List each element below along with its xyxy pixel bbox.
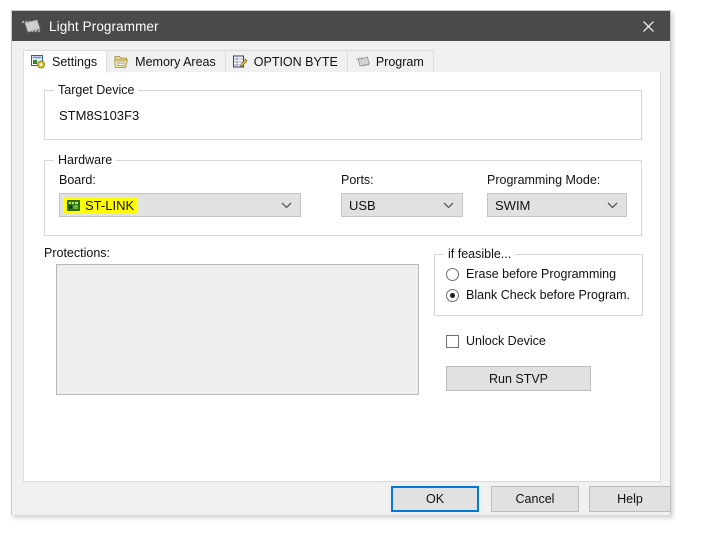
close-icon[interactable] <box>626 11 670 41</box>
unlock-device-checkbox[interactable]: Unlock Device <box>446 334 546 348</box>
tab-program[interactable]: Program <box>346 50 434 73</box>
board-label: Board: <box>59 173 96 187</box>
ports-chevron-glyph <box>443 202 454 208</box>
cancel-button[interactable]: Cancel <box>491 486 579 512</box>
settings-panel: Target Device STM8S103F3 Hardware Board: <box>23 72 661 482</box>
radio-erase-mark <box>446 267 459 281</box>
run-stvp-button[interactable]: Run STVP <box>446 366 591 391</box>
dialog-client-area: Settings Memory Areas OPTION BYTE Progra… <box>12 41 671 515</box>
radio-blank-check-label: Blank Check before Program. <box>466 288 630 302</box>
programming-mode-combo[interactable]: SWIM <box>487 193 627 217</box>
help-button[interactable]: Help <box>589 486 671 512</box>
programming-mode-chevron-glyph <box>607 202 618 208</box>
programming-mode-chevron-down-icon[interactable] <box>607 194 618 216</box>
protections-listbox[interactable] <box>56 264 419 395</box>
unlock-device-check-mark <box>446 334 459 348</box>
program-chip-icon <box>355 56 370 67</box>
ok-button-label: OK <box>425 492 445 506</box>
ok-button[interactable]: OK <box>391 486 479 512</box>
tabstrip: Settings Memory Areas OPTION BYTE Progra… <box>23 50 661 74</box>
window-title: Light Programmer <box>49 18 159 34</box>
hardware-group: Hardware Board: ST-LINK Ports: USB Progr… <box>44 153 642 236</box>
board-combo-value-wrap: ST-LINK <box>63 197 139 213</box>
tab-memory-areas-label: Memory Areas <box>135 54 216 69</box>
unlock-device-label: Unlock Device <box>466 334 546 348</box>
programming-mode-combo-value: SWIM <box>495 197 531 213</box>
if-feasible-group-title: if feasible... <box>444 247 516 261</box>
board-combo-value: ST-LINK <box>85 197 135 213</box>
ports-combo-value: USB <box>349 197 376 213</box>
ports-combo[interactable]: USB <box>341 193 463 217</box>
board-chevron-down-icon[interactable] <box>281 194 292 216</box>
protections-label: Protections: <box>44 246 111 260</box>
chip-icon <box>21 19 41 33</box>
ports-label: Ports: <box>341 173 374 187</box>
titlebar: Light Programmer <box>12 11 670 41</box>
cancel-button-label: Cancel <box>515 492 555 506</box>
board-chevron-glyph <box>281 202 292 208</box>
hardware-group-title: Hardware <box>54 153 117 167</box>
help-button-label: Help <box>617 492 643 506</box>
radio-blank-check-before-program[interactable]: Blank Check before Program. <box>446 288 630 302</box>
tab-option-byte-label: OPTION BYTE <box>253 54 338 69</box>
light-programmer-dialog: Light Programmer Settings Memory Areas O… <box>11 10 671 515</box>
board-combo[interactable]: ST-LINK <box>59 193 301 217</box>
ports-chevron-down-icon[interactable] <box>443 194 454 216</box>
board-chip-icon <box>67 199 80 211</box>
target-device-group: Target Device STM8S103F3 <box>44 83 642 140</box>
tab-option-byte[interactable]: OPTION BYTE <box>224 50 348 73</box>
option-byte-icon <box>232 55 248 68</box>
memory-areas-icon <box>114 56 129 68</box>
radio-blank-check-mark <box>446 288 459 302</box>
radio-erase-before-programming[interactable]: Erase before Programming <box>446 267 616 281</box>
tab-memory-areas[interactable]: Memory Areas <box>106 50 226 73</box>
settings-gear-icon <box>31 55 45 69</box>
if-feasible-group: if feasible... Erase before Programming … <box>434 247 643 316</box>
tab-settings[interactable]: Settings <box>23 50 108 73</box>
tab-settings-label: Settings <box>52 54 98 69</box>
programming-mode-label: Programming Mode: <box>487 173 601 187</box>
target-device-value: STM8S103F3 <box>59 108 140 123</box>
screenshot-root: Light Programmer Settings Memory Areas O… <box>0 0 710 552</box>
target-device-group-title: Target Device <box>54 83 139 97</box>
tab-program-label: Program <box>375 54 424 69</box>
run-stvp-label: Run STVP <box>488 371 549 386</box>
close-glyph <box>642 20 654 32</box>
radio-erase-label: Erase before Programming <box>466 267 617 281</box>
dialog-footer: OK Cancel Help <box>12 482 671 514</box>
